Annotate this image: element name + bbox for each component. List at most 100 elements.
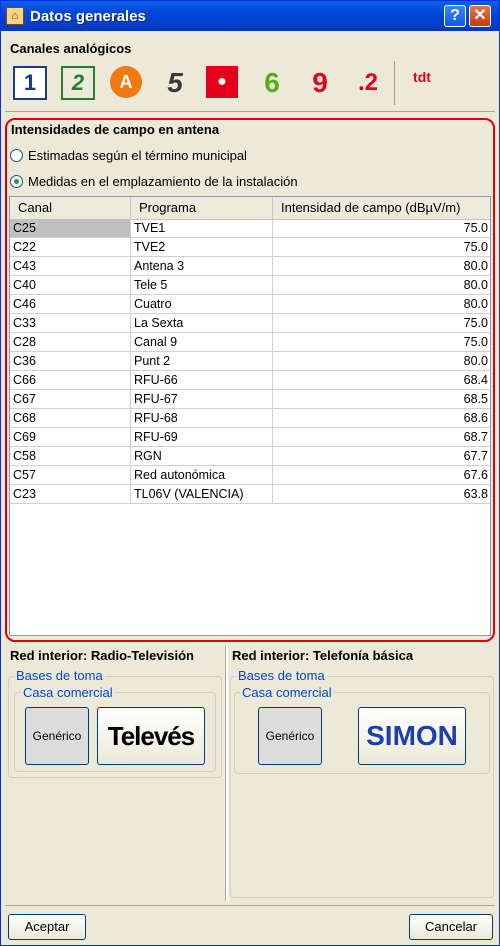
close-button[interactable]: ✕ <box>469 5 491 27</box>
channel-la1-icon[interactable]: 1 <box>13 66 47 100</box>
table-row[interactable]: C40 Tele 5 80.0 <box>10 276 490 295</box>
cell-intensidad[interactable]: 80.0 <box>273 295 490 314</box>
help-button[interactable]: ? <box>444 5 466 27</box>
table-row[interactable]: C66 RFU-66 68.4 <box>10 371 490 390</box>
measured-radio[interactable] <box>10 175 23 188</box>
cell-intensidad[interactable]: 67.6 <box>273 466 490 485</box>
cell-programa[interactable]: RGN <box>131 447 273 466</box>
channel-telecinco-icon[interactable]: 5 <box>158 66 192 100</box>
table-row[interactable]: C23 TL06V (VALENCIA) 63.8 <box>10 485 490 504</box>
cell-intensidad[interactable]: 75.0 <box>273 314 490 333</box>
cell-canal[interactable]: C40 <box>10 276 131 295</box>
phone-generic-button[interactable]: Genérico <box>258 707 322 765</box>
cell-canal[interactable]: C67 <box>10 390 131 409</box>
table-row[interactable]: C67 RFU-67 68.5 <box>10 390 490 409</box>
cell-intensidad[interactable]: 75.0 <box>273 238 490 257</box>
table-row[interactable]: C58 RGN 67.7 <box>10 447 490 466</box>
rtv-network-title: Red interior: Radio-Televisión <box>10 648 194 663</box>
cell-canal[interactable]: C23 <box>10 485 131 504</box>
channel-canal9-icon[interactable]: 9 <box>303 66 337 100</box>
televes-logo: Televés <box>107 721 195 751</box>
table-row[interactable]: C69 RFU-69 68.7 <box>10 428 490 447</box>
window-title: Datos generales <box>30 8 146 25</box>
cell-canal[interactable]: C43 <box>10 257 131 276</box>
table-row[interactable]: C33 La Sexta 75.0 <box>10 314 490 333</box>
table-row[interactable]: C68 RFU-68 68.6 <box>10 409 490 428</box>
measured-option[interactable]: Medidas en el emplazamiento de la instal… <box>10 174 298 189</box>
channel-cuatro-icon[interactable]: ● <box>206 66 238 98</box>
phone-brand-label: Casa comercial <box>240 685 334 700</box>
cell-canal[interactable]: C25 <box>10 219 131 238</box>
estimated-radio[interactable] <box>10 149 23 162</box>
measured-option-label: Medidas en el emplazamiento de la instal… <box>28 174 298 189</box>
field-strength-table[interactable]: Canal Programa Intensidad de campo (dBµV… <box>9 196 491 636</box>
cell-canal[interactable]: C58 <box>10 447 131 466</box>
cell-canal[interactable]: C57 <box>10 466 131 485</box>
cell-programa[interactable]: TL06V (VALENCIA) <box>131 485 273 504</box>
column-header-canal[interactable]: Canal <box>10 197 131 219</box>
title-bar[interactable]: ⌂ Datos generales ? ✕ <box>1 1 499 31</box>
televes-brand-button[interactable]: Televés <box>97 707 205 765</box>
footer-divider <box>5 905 495 906</box>
cell-canal[interactable]: C33 <box>10 314 131 333</box>
cell-intensidad[interactable]: 80.0 <box>273 276 490 295</box>
table-row[interactable]: C28 Canal 9 75.0 <box>10 333 490 352</box>
simon-brand-button[interactable]: SIMON <box>358 707 466 765</box>
panel-splitter <box>225 646 228 901</box>
cell-canal[interactable]: C68 <box>10 409 131 428</box>
cell-programa[interactable]: Punt 2 <box>131 352 273 371</box>
cell-programa[interactable]: TVE2 <box>131 238 273 257</box>
cell-canal[interactable]: C28 <box>10 333 131 352</box>
table-header: Canal Programa Intensidad de campo (dBµV… <box>10 197 490 220</box>
table-row[interactable]: C46 Cuatro 80.0 <box>10 295 490 314</box>
cell-canal[interactable]: C36 <box>10 352 131 371</box>
cell-canal[interactable]: C46 <box>10 295 131 314</box>
cell-programa[interactable]: RFU-67 <box>131 390 273 409</box>
table-row[interactable]: C22 TVE2 75.0 <box>10 238 490 257</box>
table-row[interactable]: C36 Punt 2 80.0 <box>10 352 490 371</box>
cell-intensidad[interactable]: 68.6 <box>273 409 490 428</box>
table-row[interactable]: C57 Red autonómica 67.6 <box>10 466 490 485</box>
column-header-programa[interactable]: Programa <box>131 197 273 219</box>
cell-programa[interactable]: Red autonómica <box>131 466 273 485</box>
table-row[interactable]: C25 TVE1 75.0 <box>10 219 490 238</box>
cell-programa[interactable]: Cuatro <box>131 295 273 314</box>
cell-intensidad[interactable]: 80.0 <box>273 352 490 371</box>
cell-canal[interactable]: C69 <box>10 428 131 447</box>
channel-antena3-icon[interactable]: A <box>110 66 142 98</box>
cell-programa[interactable]: TVE1 <box>131 219 273 238</box>
cell-intensidad[interactable]: 68.5 <box>273 390 490 409</box>
phone-network-title: Red interior: Telefonía básica <box>232 648 414 663</box>
column-header-intensidad[interactable]: Intensidad de campo (dBµV/m) <box>273 197 490 219</box>
cell-canal[interactable]: C66 <box>10 371 131 390</box>
cell-intensidad[interactable]: 63.8 <box>273 485 490 504</box>
cell-intensidad[interactable]: 68.4 <box>273 371 490 390</box>
cell-programa[interactable]: RFU-66 <box>131 371 273 390</box>
phone-bases-label: Bases de toma <box>236 668 327 683</box>
rtv-generic-button[interactable]: Genérico <box>25 707 89 765</box>
cell-programa[interactable]: RFU-69 <box>131 428 273 447</box>
divider <box>5 111 495 112</box>
cell-programa[interactable]: La Sexta <box>131 314 273 333</box>
channel-la2-icon[interactable]: 2 <box>61 66 95 100</box>
cell-canal[interactable]: C22 <box>10 238 131 257</box>
toolbar-separator <box>394 61 395 105</box>
cancel-button[interactable]: Cancelar <box>409 914 493 940</box>
table-row[interactable]: C43 Antena 3 80.0 <box>10 257 490 276</box>
cell-intensidad[interactable]: 67.7 <box>273 447 490 466</box>
channel-punt2-icon[interactable]: .2 <box>351 66 385 100</box>
accept-button[interactable]: Aceptar <box>8 914 86 940</box>
cell-intensidad[interactable]: 75.0 <box>273 333 490 352</box>
rtv-brand-label: Casa comercial <box>21 685 115 700</box>
cell-programa[interactable]: Canal 9 <box>131 333 273 352</box>
cell-programa[interactable]: Tele 5 <box>131 276 273 295</box>
cell-intensidad[interactable]: 75.0 <box>273 219 490 238</box>
estimated-option[interactable]: Estimadas según el término municipal <box>10 148 247 163</box>
cell-programa[interactable]: RFU-68 <box>131 409 273 428</box>
channel-tdt-icon[interactable]: tdt <box>405 66 439 104</box>
dialog-window: ⌂ Datos generales ? ✕ Canales analógicos… <box>0 0 500 946</box>
cell-intensidad[interactable]: 68.7 <box>273 428 490 447</box>
channel-lasexta-icon[interactable]: 6 <box>255 66 289 100</box>
cell-intensidad[interactable]: 80.0 <box>273 257 490 276</box>
cell-programa[interactable]: Antena 3 <box>131 257 273 276</box>
